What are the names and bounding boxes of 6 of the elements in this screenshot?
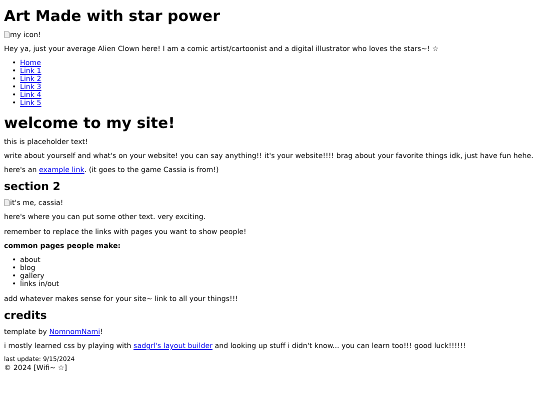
broken-image-icon <box>4 30 10 38</box>
section-heading: section 2 <box>4 180 62 194</box>
broken-image-icon <box>4 199 10 206</box>
site-title: Art Made with star power <box>4 8 221 24</box>
section-heading: credits <box>4 310 48 322</box>
section-heading: welcome to my site! <box>4 115 176 132</box>
